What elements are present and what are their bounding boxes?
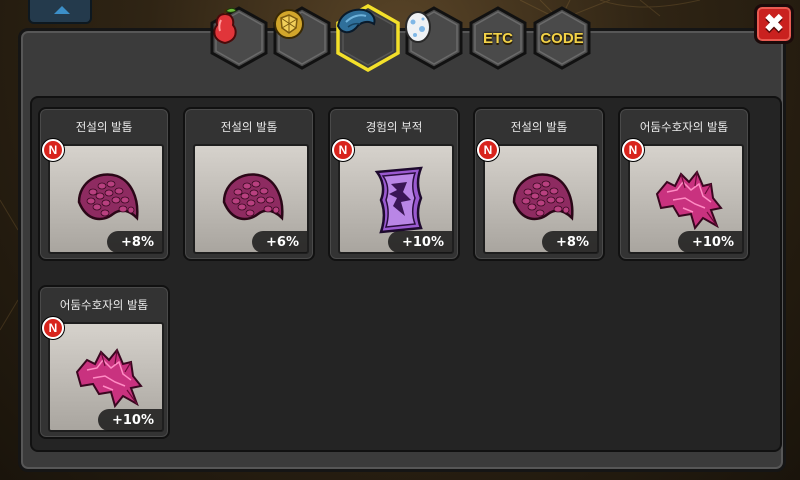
item-card[interactable]: 전설의 발톱 N +8%	[38, 107, 170, 261]
top-left-tab[interactable]	[28, 0, 92, 24]
close-x-icon: ✖	[763, 9, 785, 39]
item-card[interactable]: 전설의 발톱 +6%	[183, 107, 315, 261]
egg-icon	[403, 6, 465, 70]
item-name: 어둠수호자의 발톱	[59, 298, 149, 312]
pink-crystal-claw-icon	[75, 348, 143, 409]
new-badge: N	[622, 139, 644, 161]
item-name: 전설의 발톱	[220, 120, 278, 134]
new-badge: N	[42, 317, 64, 339]
item-bonus: +10%	[387, 231, 452, 253]
item-bonus: +10%	[677, 231, 742, 253]
item-card[interactable]: 어둠수호자의 발톱 N +10%	[618, 107, 750, 261]
gold-stone-icon	[271, 6, 333, 70]
close-button[interactable]: ✖	[754, 4, 794, 44]
pink-crystal-claw-icon	[655, 170, 723, 231]
tab-fruit[interactable]	[208, 6, 270, 70]
new-badge: N	[477, 139, 499, 161]
purple-talisman-icon	[374, 166, 423, 234]
item-card[interactable]: 전설의 발톱 N +8%	[473, 107, 605, 261]
new-badge: N	[332, 139, 354, 161]
tab-etc[interactable]: ETC	[467, 6, 529, 70]
tab-code-label: CODE	[540, 29, 584, 47]
purple-claw-icon	[77, 173, 139, 221]
item-bonus: +10%	[97, 409, 162, 431]
tab-scale[interactable]	[334, 4, 402, 72]
blue-claw-icon	[334, 4, 402, 72]
item-name: 전설의 발톱	[75, 120, 133, 134]
item-name: 전설의 발톱	[510, 120, 568, 134]
tab-code[interactable]: CODE	[531, 6, 593, 70]
item-bonus: +8%	[542, 231, 597, 253]
new-badge: N	[42, 139, 64, 161]
red-pear-icon	[208, 6, 270, 70]
tab-egg[interactable]	[403, 6, 465, 70]
item-name: 경험의 부적	[365, 120, 423, 134]
tab-stone[interactable]	[271, 6, 333, 70]
item-name: 어둠수호자의 발톱	[639, 120, 729, 134]
item-card[interactable]: 어둠수호자의 발톱 N +10%	[38, 285, 170, 439]
purple-claw-icon	[512, 173, 574, 221]
tab-etc-label: ETC	[483, 29, 513, 47]
item-bonus: +8%	[107, 231, 162, 253]
item-bonus: +6%	[252, 231, 307, 253]
purple-claw-icon	[222, 173, 284, 221]
item-card[interactable]: 경험의 부적 N +10%	[328, 107, 460, 261]
